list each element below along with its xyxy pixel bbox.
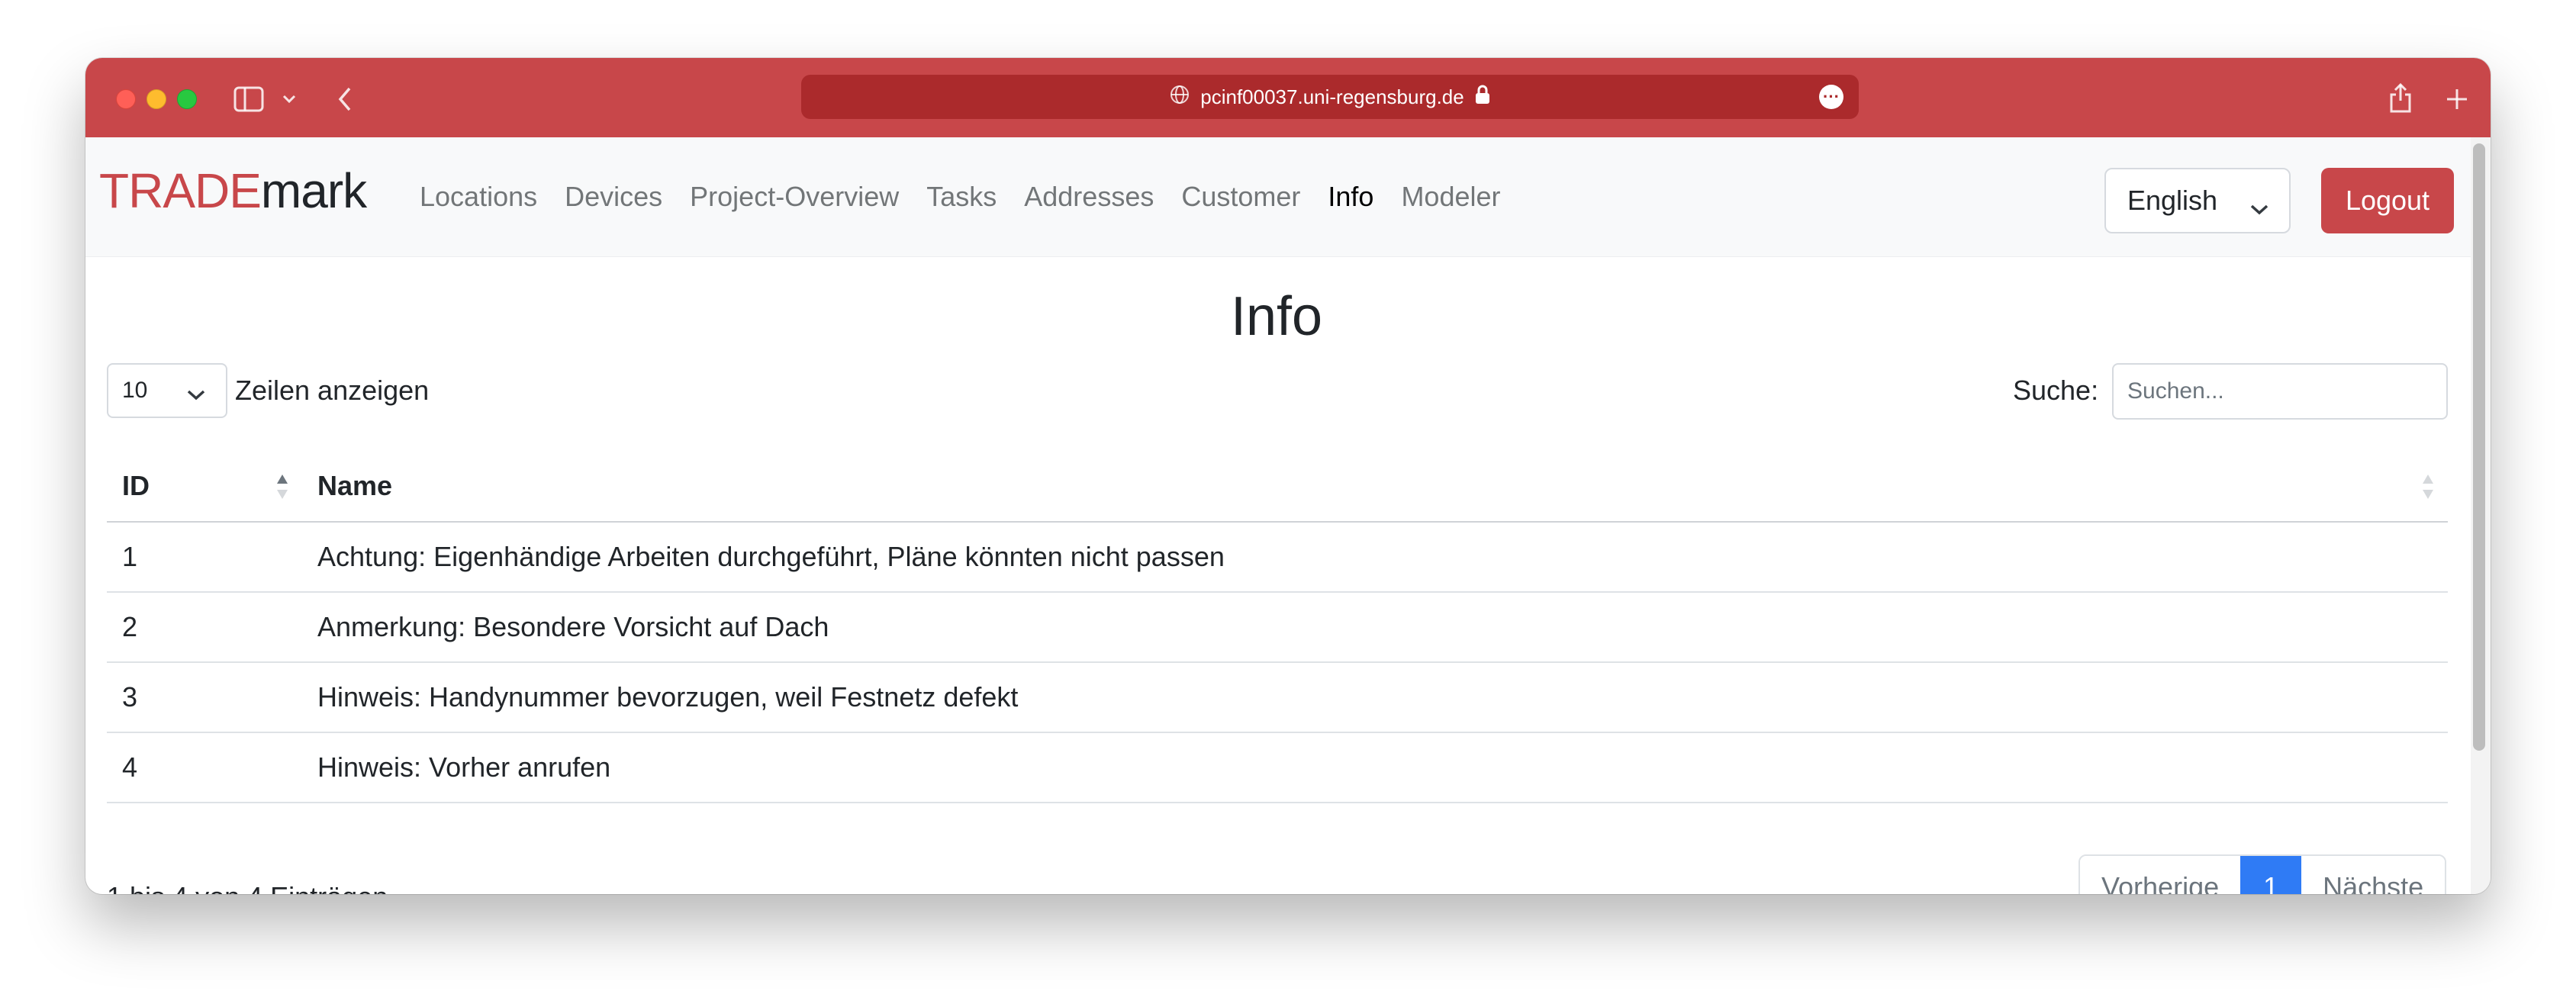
sort-icon	[2420, 471, 2436, 502]
column-header-name[interactable]: Name	[302, 450, 2448, 523]
cell-name: Hinweis: Vorher anrufen	[302, 732, 2448, 803]
brand-part2: mark	[260, 163, 367, 218]
address-bar[interactable]: pcinf00037.uni-regensburg.de ···	[801, 75, 1859, 119]
lock-icon	[1475, 85, 1490, 110]
back-arrow-icon[interactable]	[330, 82, 360, 116]
column-header-label: ID	[122, 469, 150, 501]
top-navbar: TRADEmark Locations Devices Project-Over…	[85, 137, 2491, 257]
page-length-value: 10	[122, 378, 148, 403]
pagination: Vorherige 1 Nächste	[2079, 854, 2447, 894]
table-row[interactable]: 4 Hinweis: Vorher anrufen	[107, 732, 2448, 803]
cell-name: Hinweis: Handynummer bevorzugen, weil Fe…	[302, 662, 2448, 733]
nav-link-locations[interactable]: Locations	[406, 174, 551, 220]
browser-titlebar: pcinf00037.uni-regensburg.de ···	[85, 58, 2491, 137]
page-length-select[interactable]: 10	[107, 363, 227, 418]
new-tab-icon[interactable]	[2442, 82, 2472, 116]
column-header-label: Name	[317, 469, 393, 501]
url-text: pcinf00037.uni-regensburg.de	[1200, 85, 1464, 108]
chevron-down-icon[interactable]	[279, 87, 299, 111]
table-header-row: ID Name	[107, 450, 2448, 523]
brand-part1: TRADE	[99, 163, 262, 218]
nav-link-tasks[interactable]: Tasks	[913, 174, 1010, 220]
cell-id: 2	[107, 592, 302, 663]
brand-logo[interactable]: TRADEmark	[99, 160, 367, 221]
column-header-id[interactable]: ID	[107, 450, 302, 523]
page-button-current[interactable]: 1	[2240, 856, 2302, 894]
next-page-button[interactable]: Nächste	[2301, 856, 2446, 894]
search-label: Suche:	[2013, 375, 2099, 406]
table-row[interactable]: 3 Hinweis: Handynummer bevorzugen, weil …	[107, 662, 2448, 733]
cell-name: Anmerkung: Besondere Vorsicht auf Dach	[302, 592, 2448, 663]
cell-id: 1	[107, 522, 302, 593]
sort-ascending-icon	[275, 471, 290, 502]
nav-link-devices[interactable]: Devices	[551, 174, 676, 220]
chevron-down-icon	[186, 381, 206, 407]
nav-link-addresses[interactable]: Addresses	[1010, 174, 1167, 220]
cell-name: Achtung: Eigenhändige Arbeiten durchgefü…	[302, 522, 2448, 593]
close-window-button[interactable]	[116, 89, 136, 109]
language-value: English	[2127, 185, 2218, 216]
search-input[interactable]	[2112, 363, 2448, 420]
chevron-down-icon	[2249, 191, 2269, 223]
nav-links: Locations Devices Project-Overview Tasks…	[406, 174, 1515, 220]
nav-link-project-overview[interactable]: Project-Overview	[676, 174, 913, 220]
previous-page-button[interactable]: Vorherige	[2080, 856, 2241, 894]
share-icon[interactable]	[2385, 79, 2416, 116]
browser-window: pcinf00037.uni-regensburg.de ··· TRADEma…	[85, 58, 2491, 894]
nav-link-modeler[interactable]: Modeler	[1387, 174, 1514, 220]
page-title: Info	[1230, 286, 1323, 347]
table-row[interactable]: 1 Achtung: Eigenhändige Arbeiten durchge…	[107, 522, 2448, 593]
page-length-label: Zeilen anzeigen	[235, 375, 430, 406]
maximize-window-button[interactable]	[177, 89, 197, 109]
cell-id: 4	[107, 732, 302, 803]
nav-link-customer[interactable]: Customer	[1167, 174, 1314, 220]
minimize-window-button[interactable]	[147, 89, 166, 109]
scrollbar-thumb[interactable]	[2473, 143, 2485, 751]
info-table: ID Name 1 Achtung: Eigenhändige Arbeiten…	[107, 450, 2448, 803]
globe-icon	[1170, 85, 1190, 110]
language-select[interactable]: English	[2104, 168, 2291, 233]
table-info-text: 1 bis 4 von 4 Einträgen	[107, 876, 388, 894]
sidebar-icon[interactable]	[232, 84, 266, 114]
more-options-icon[interactable]: ···	[1819, 85, 1843, 109]
cell-id: 3	[107, 662, 302, 733]
table-row[interactable]: 2 Anmerkung: Besondere Vorsicht auf Dach	[107, 592, 2448, 663]
logout-button[interactable]: Logout	[2321, 168, 2454, 233]
nav-link-info[interactable]: Info	[1314, 174, 1387, 220]
